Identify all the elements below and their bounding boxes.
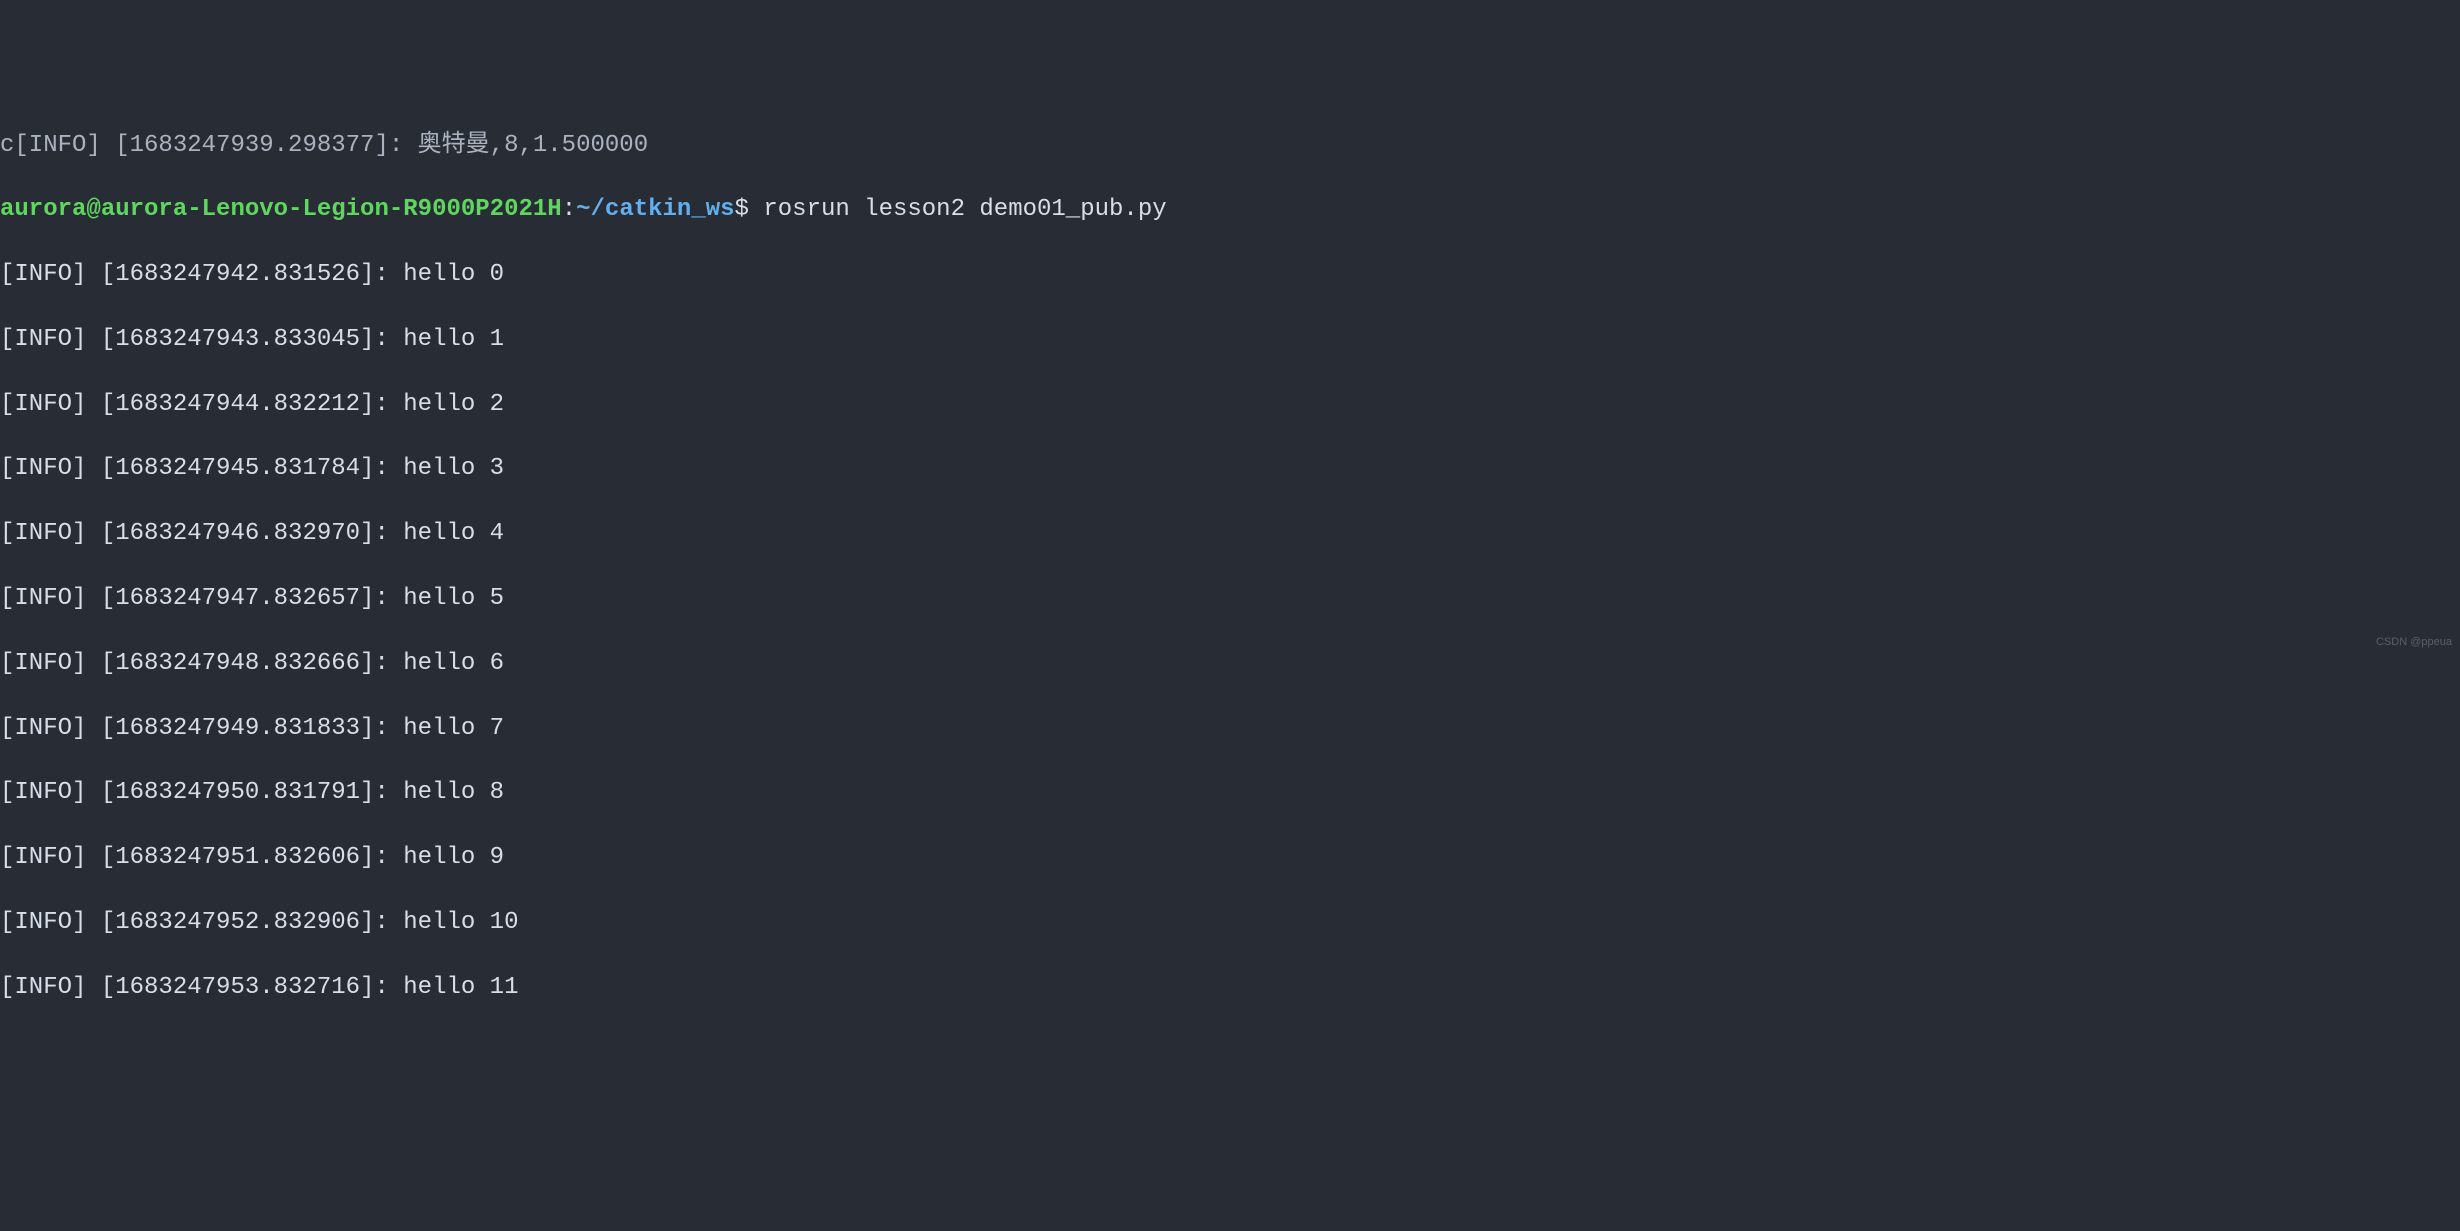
log-output-line: [INFO] [1683247943.833045]: hello 1 [0, 324, 2460, 356]
log-output-line: [INFO] [1683247944.832212]: hello 2 [0, 389, 2460, 421]
log-output-line: [INFO] [1683247946.832970]: hello 4 [0, 518, 2460, 550]
log-output-line: [INFO] [1683247945.831784]: hello 3 [0, 453, 2460, 485]
log-output-line: [INFO] [1683247950.831791]: hello 8 [0, 777, 2460, 809]
current-path: ~/catkin_ws [576, 196, 734, 223]
prompt-dollar: $ [735, 196, 749, 223]
partial-output-line: c[INFO] [1683247939.298377]: 奥特曼,8,1.500… [0, 130, 2460, 162]
prompt-colon: : [562, 196, 576, 223]
log-output-line: [INFO] [1683247948.832666]: hello 6 [0, 648, 2460, 680]
user-host: aurora@aurora-Lenovo-Legion-R9000P2021H [0, 196, 562, 223]
command-input[interactable]: rosrun lesson2 demo01_pub.py [749, 196, 1167, 223]
prompt-line: aurora@aurora-Lenovo-Legion-R9000P2021H:… [0, 194, 2460, 226]
log-output-line: [INFO] [1683247952.832906]: hello 10 [0, 907, 2460, 939]
log-output-line: [INFO] [1683247949.831833]: hello 7 [0, 713, 2460, 745]
log-output-line: [INFO] [1683247953.832716]: hello 11 [0, 972, 2460, 1004]
terminal-window[interactable]: c[INFO] [1683247939.298377]: 奥特曼,8,1.500… [0, 130, 2460, 1005]
log-output-line: [INFO] [1683247951.832606]: hello 9 [0, 842, 2460, 874]
log-output-line: [INFO] [1683247947.832657]: hello 5 [0, 583, 2460, 615]
watermark: CSDN @ppeua [2376, 635, 2452, 650]
log-output-line: [INFO] [1683247942.831526]: hello 0 [0, 259, 2460, 291]
